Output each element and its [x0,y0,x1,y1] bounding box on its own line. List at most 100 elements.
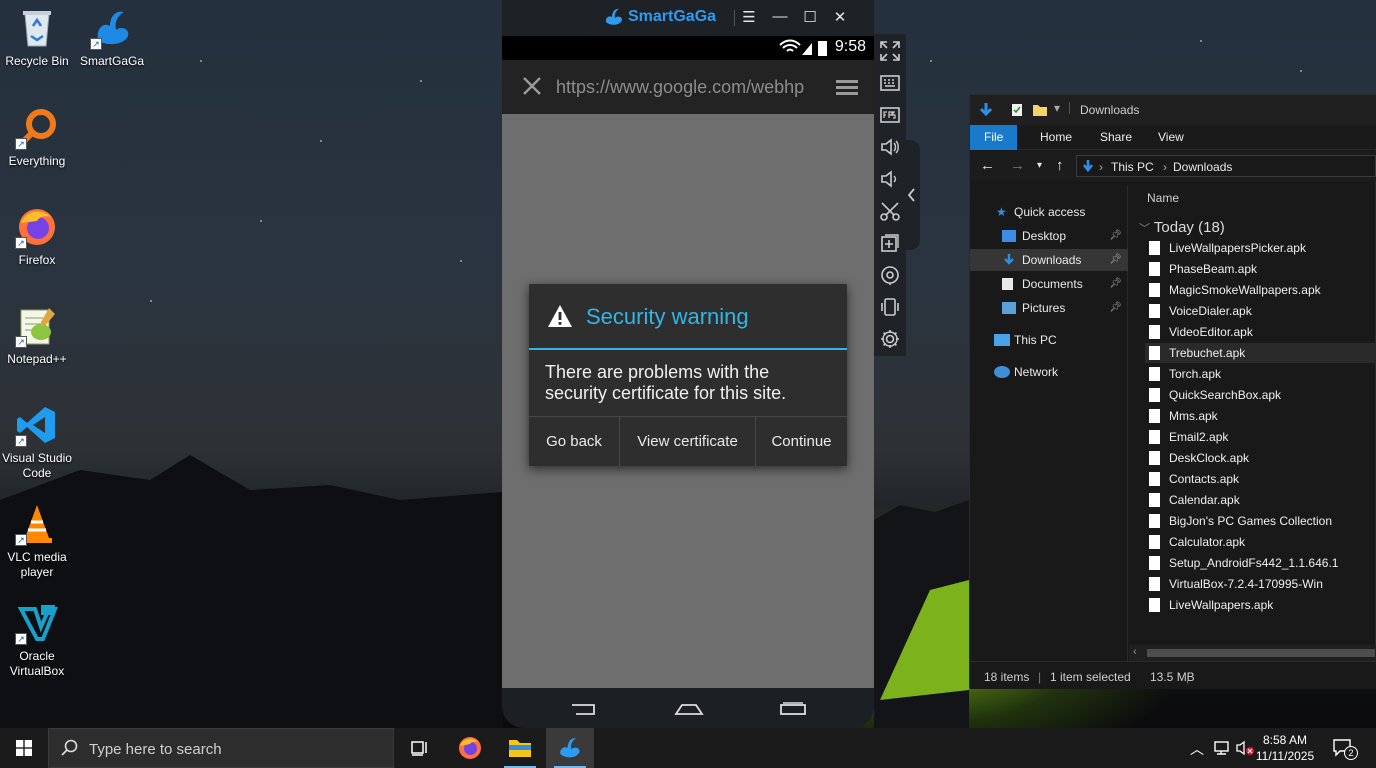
file-row[interactable]: MagicSmokeWallpapers.apk [1145,280,1376,300]
add-app-icon[interactable] [879,232,901,254]
desktop-icon-vscode[interactable]: ↗ Visual Studio Code [0,403,74,481]
volume-up-icon[interactable] [879,136,901,158]
new-folder-icon[interactable] [1032,103,1048,117]
address-box[interactable]: › This PC › Downloads [1076,155,1376,177]
file-row[interactable]: LiveWallpapers.apk [1145,595,1376,615]
scroll-left-icon[interactable]: ‹ [1133,646,1137,658]
start-button[interactable] [0,728,48,768]
file-row[interactable]: Setup_AndroidFs442_1.1.646.1 [1145,553,1376,573]
explorer-titlebar[interactable]: ▾ | Downloads [970,95,1376,125]
minimize-button[interactable]: — [769,8,791,25]
file-row[interactable]: Trebuchet.apk [1145,343,1376,363]
desktop-icon-recycle-bin[interactable]: Recycle Bin [0,6,74,69]
view-certificate-button[interactable]: View certificate [620,417,756,466]
file-row[interactable]: Email2.apk [1145,427,1376,447]
file-row[interactable]: VoiceDialer.apk [1145,301,1376,321]
file-row[interactable]: Calculator.apk [1145,532,1376,552]
url-input[interactable]: https://www.google.com/webhp [556,77,818,98]
column-header-name[interactable]: Name [1147,191,1179,205]
maximize-button[interactable]: ☐ [799,8,821,26]
file-row[interactable]: VideoEditor.apk [1145,322,1376,342]
file-row[interactable]: DeskClock.apk [1145,448,1376,468]
desktop-icon-vlc[interactable]: ↗ VLC media player [0,502,74,580]
desktop-icon-everything[interactable]: ↗ Everything [0,106,74,169]
fullscreen-icon[interactable] [879,40,901,62]
back-icon[interactable] [568,702,598,716]
taskbar-smartgaga[interactable] [546,728,594,768]
file-row[interactable]: Torch.apk [1145,364,1376,384]
keyboard-icon[interactable] [879,72,901,94]
close-button[interactable]: ✕ [829,8,851,26]
menu-icon[interactable]: ☰ [738,8,760,26]
recents-icon[interactable] [778,702,808,716]
notepadpp-icon: ↗ [15,304,59,348]
taskbar-firefox[interactable] [446,728,494,768]
nav-item-desktop[interactable]: Desktop 📌︎ [970,225,1128,247]
desktop-icon-label: Visual Studio Code [2,451,72,480]
emulator-titlebar[interactable]: SmartGaGa ☰ — ☐ ✕ [502,0,874,36]
back-arrow-icon[interactable]: ← [980,157,995,174]
up-arrow-icon[interactable]: ↑ [1056,157,1064,174]
tab-view[interactable]: View [1144,125,1198,150]
file-name: VirtualBox-7.2.4-170995-Win [1169,577,1323,591]
file-row[interactable]: LiveWallpapersPicker.apk [1145,238,1376,258]
documents-icon [1002,278,1013,290]
file-row[interactable]: BigJon's PC Games Collection [1145,511,1376,531]
nav-item-pictures[interactable]: Pictures 📌︎ [970,297,1128,319]
browser-url-bar: https://www.google.com/webhp [502,60,874,114]
tab-share[interactable]: Share [1086,125,1146,150]
file-name: LiveWallpapers.apk [1169,598,1274,612]
continue-button[interactable]: Continue [756,417,847,466]
properties-icon[interactable] [1010,103,1024,117]
nav-item-network[interactable]: Network [970,361,1128,383]
file-row[interactable]: Calendar.apk [1145,490,1376,510]
close-icon[interactable] [520,74,544,98]
taskbar-file-explorer[interactable] [496,728,544,768]
settings-icon[interactable] [879,328,901,350]
tab-file[interactable]: File [970,125,1018,150]
desktop-icon-notepadpp[interactable]: ↗ Notepad++ [0,304,74,367]
go-back-button[interactable]: Go back [529,417,620,466]
recent-locations-icon[interactable]: ▾ [1037,160,1042,171]
fps-icon[interactable] [879,104,901,126]
network-wired-icon[interactable] [1213,740,1231,756]
file-row[interactable]: QuickSearchBox.apk [1145,385,1376,405]
nav-item-this-pc[interactable]: This PC [970,329,1128,351]
file-name: BigJon's PC Games Collection [1169,514,1333,528]
nav-item-documents[interactable]: Documents 📌︎ [970,273,1128,295]
volume-down-icon[interactable] [879,168,901,190]
location-icon[interactable] [879,264,901,286]
firefox-icon [459,737,481,759]
group-header-today[interactable]: ﹀ Today (18) [1139,219,1225,236]
notification-center-button[interactable]: 2 [1328,736,1358,760]
qat-dropdown-icon[interactable]: ▾ [1054,101,1060,115]
nav-item-quick-access[interactable]: ★ Quick access [970,201,1128,223]
desktop-icon-firefox[interactable]: ↗ Firefox [0,205,74,268]
file-row[interactable]: Mms.apk [1145,406,1376,426]
breadcrumb-this-pc[interactable]: This PC [1111,160,1154,174]
tray-overflow-chevron-up-icon[interactable]: ︿ [1190,739,1204,759]
file-name: QuickSearchBox.apk [1169,388,1282,402]
desktop-icon-virtualbox[interactable]: ↗ Oracle VirtualBox [0,601,74,679]
shake-icon[interactable] [879,296,901,318]
home-icon[interactable] [674,702,704,716]
desktop-icon-smartgaga[interactable]: ↗ SmartGaGa [75,6,149,69]
scroll-thumb[interactable] [1147,649,1375,657]
tabs-menu-icon[interactable] [835,77,859,97]
toolbar-collapse-handle[interactable] [904,140,920,250]
taskbar-search-box[interactable]: Type here to search [48,728,394,768]
nav-item-downloads[interactable]: Downloads 📌︎ [970,249,1128,271]
forward-arrow-icon[interactable]: → [1010,157,1025,174]
file-row[interactable]: Contacts.apk [1145,469,1376,489]
task-view-button[interactable] [396,728,444,768]
file-icon [1149,535,1160,549]
folder-icon [509,740,531,757]
horizontal-scrollbar[interactable]: ‹ [1129,645,1376,661]
breadcrumb-downloads[interactable]: Downloads [1173,160,1232,174]
tab-home[interactable]: Home [1026,125,1086,150]
file-icon [1149,451,1160,465]
file-row[interactable]: VirtualBox-7.2.4-170995-Win [1145,574,1376,594]
screenshot-scissors-icon[interactable] [879,200,901,222]
taskbar-clock[interactable]: 8:58 AM 11/11/2025 [1252,732,1318,764]
file-row[interactable]: PhaseBeam.apk [1145,259,1376,279]
